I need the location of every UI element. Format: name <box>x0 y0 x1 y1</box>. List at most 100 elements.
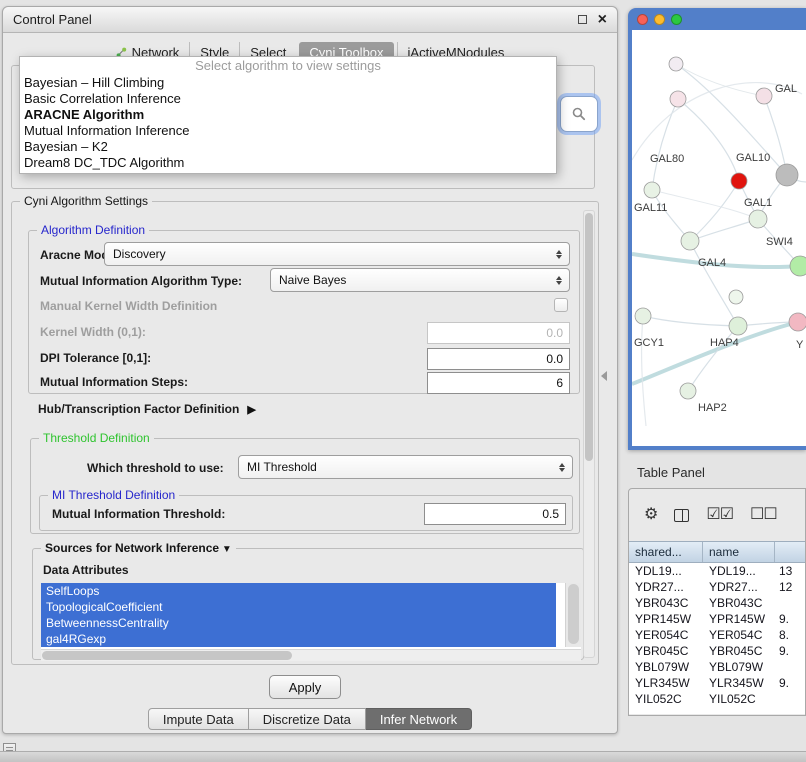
network-edge <box>676 64 787 175</box>
bottom-tab-discretize-data[interactable]: Discretize Data <box>249 708 366 730</box>
network-node[interactable] <box>789 313 806 331</box>
attribute-item[interactable]: gal4RGexp <box>41 631 556 647</box>
node-label: GAL80 <box>650 153 684 165</box>
zoom-button[interactable] <box>671 14 682 25</box>
network-node[interactable] <box>776 164 798 186</box>
table-row[interactable]: YDL19...YDL19...13 <box>629 563 805 579</box>
network-window-titlebar <box>628 8 806 30</box>
combo-arrows-icon <box>555 460 568 475</box>
aracne-mode-select[interactable]: Discovery <box>104 242 570 266</box>
network-canvas[interactable]: GALGAL80GAL10GAL11GAL1SWI4GAL4GCY1HAP4HA… <box>632 30 806 446</box>
bottom-tab-infer-network[interactable]: Infer Network <box>366 708 472 730</box>
titlebar-icons: × <box>578 12 607 28</box>
network-node[interactable] <box>729 317 747 335</box>
kernel-width-label: Kernel Width (0,1): <box>40 325 146 339</box>
algorithm-option[interactable]: Bayesian – Hill Climbing <box>20 75 556 91</box>
table-row[interactable]: YBR043CYBR043C <box>629 595 805 611</box>
combo-arrows-icon <box>552 247 565 262</box>
algorithm-dropdown-popup: Select algorithm to view settings Bayesi… <box>19 56 557 174</box>
mi-type-label: Mutual Information Algorithm Type: <box>40 274 242 288</box>
which-threshold-select[interactable]: MI Threshold <box>238 455 573 479</box>
attribute-item[interactable]: SelfLoops <box>41 583 556 599</box>
network-node[interactable] <box>670 91 686 107</box>
float-window-icon[interactable] <box>578 15 587 24</box>
algorithm-option[interactable]: Bayesian – K2 <box>20 139 556 155</box>
table-row[interactable]: YIL052CYIL052C <box>629 691 805 707</box>
magnifier-icon <box>571 106 587 122</box>
scrollbar-thumb[interactable] <box>568 584 579 644</box>
data-attributes-label: Data Attributes <box>43 563 129 577</box>
network-node[interactable] <box>681 232 699 250</box>
algorithm-option[interactable]: Dream8 DC_TDC Algorithm <box>20 155 556 171</box>
gear-icon[interactable]: ⚙ <box>644 507 657 523</box>
scrollbar-thumb[interactable] <box>42 651 292 660</box>
settings-vertical-scrollbar[interactable] <box>583 210 595 658</box>
mi-steps-input[interactable]: 6 <box>427 372 570 394</box>
panel-splitter-arrow[interactable] <box>601 371 607 381</box>
column-header[interactable] <box>775 542 805 562</box>
dpi-tolerance-input[interactable]: 0.0 <box>427 348 570 370</box>
mi-algorithm-type-select[interactable]: Naive Bayes <box>270 268 570 292</box>
table-row[interactable]: YDR27...YDR27...12 <box>629 579 805 595</box>
algorithm-search-button[interactable] <box>560 96 598 132</box>
mi-threshold-input[interactable]: 0.5 <box>424 503 566 525</box>
network-edge <box>678 99 739 181</box>
sources-group-title[interactable]: Sources for Network Inference <box>41 541 236 555</box>
table-row[interactable]: YBL079WYBL079W <box>629 659 805 675</box>
network-edge <box>690 241 738 326</box>
network-edge <box>643 316 738 326</box>
attribute-item[interactable]: BetweennessCentrality <box>41 615 556 631</box>
column-header[interactable]: name <box>703 542 775 562</box>
network-node[interactable] <box>644 182 660 198</box>
cyni-algorithm-settings-group: Cyni Algorithm Settings Algorithm Defini… <box>11 201 599 665</box>
close-button[interactable] <box>637 14 648 25</box>
table-header: shared...name <box>629 541 805 563</box>
mi-threshold-label: Mutual Information Threshold: <box>52 507 225 521</box>
attributes-horizontal-scrollbar[interactable] <box>41 649 581 661</box>
deselect-all-icon[interactable]: ☐☐ <box>750 507 777 523</box>
attribute-item[interactable]: TopologicalCoefficient <box>41 599 556 615</box>
manual-kernel-checkbox[interactable] <box>554 298 568 312</box>
network-node[interactable] <box>729 290 743 304</box>
control-panel-window: Control Panel × NetworkStyleSelectCyni T… <box>2 6 618 734</box>
table-row[interactable]: YLR345WYLR345W9. <box>629 675 805 691</box>
node-label: GAL4 <box>698 257 726 269</box>
algorithm-option[interactable]: Basic Correlation Inference <box>20 91 556 107</box>
network-node[interactable] <box>669 57 683 71</box>
network-node[interactable] <box>749 210 767 228</box>
column-header[interactable]: shared... <box>629 542 703 562</box>
table-row[interactable]: YER054CYER054C8. <box>629 627 805 643</box>
algorithm-option[interactable]: Mutual Information Inference <box>20 123 556 139</box>
columns-icon[interactable] <box>674 509 689 522</box>
table-body: YDL19...YDL19...13YDR27...YDR27...12YBR0… <box>629 563 805 714</box>
attributes-vertical-scrollbar[interactable] <box>565 583 581 647</box>
network-node[interactable] <box>680 383 696 399</box>
table-row[interactable]: YPR145WYPR145W9. <box>629 611 805 627</box>
apply-button[interactable]: Apply <box>269 675 341 699</box>
minimize-button[interactable] <box>654 14 665 25</box>
algorithm-options: Bayesian – Hill ClimbingBasic Correlatio… <box>20 75 556 171</box>
algorithm-option[interactable]: ARACNE Algorithm <box>20 107 556 123</box>
network-node[interactable] <box>790 256 806 276</box>
select-all-icon[interactable]: ☑☑ <box>706 507 733 523</box>
network-node[interactable] <box>756 88 772 104</box>
bottom-tab-impute-data[interactable]: Impute Data <box>148 708 249 730</box>
hub-definition-expander[interactable]: Hub/Transcription Factor Definition <box>38 402 256 416</box>
node-label: Y <box>796 339 804 351</box>
network-node[interactable] <box>635 308 651 324</box>
scrollbar-thumb[interactable] <box>585 213 593 461</box>
network-edge <box>652 99 678 190</box>
table-toolbar: ⚙ ☑☑ ☐☐ <box>629 489 805 541</box>
control-panel-titlebar: Control Panel × <box>3 7 617 33</box>
table-row[interactable]: YBR045CYBR045C9. <box>629 643 805 659</box>
network-canvas-svg: GALGAL80GAL10GAL11GAL1SWI4GAL4GCY1HAP4HA… <box>632 30 806 446</box>
table-panel-title: Table Panel <box>637 465 705 480</box>
dropdown-placeholder: Select algorithm to view settings <box>20 57 556 75</box>
threshold-definition-title: Threshold Definition <box>39 431 154 445</box>
kernel-width-input[interactable]: 0.0 <box>427 322 570 344</box>
close-window-icon[interactable]: × <box>598 12 607 28</box>
network-node[interactable] <box>731 173 747 189</box>
dpi-tolerance-label: DPI Tolerance [0,1]: <box>40 351 151 365</box>
network-edge <box>690 219 758 241</box>
node-label: HAP2 <box>698 402 727 414</box>
